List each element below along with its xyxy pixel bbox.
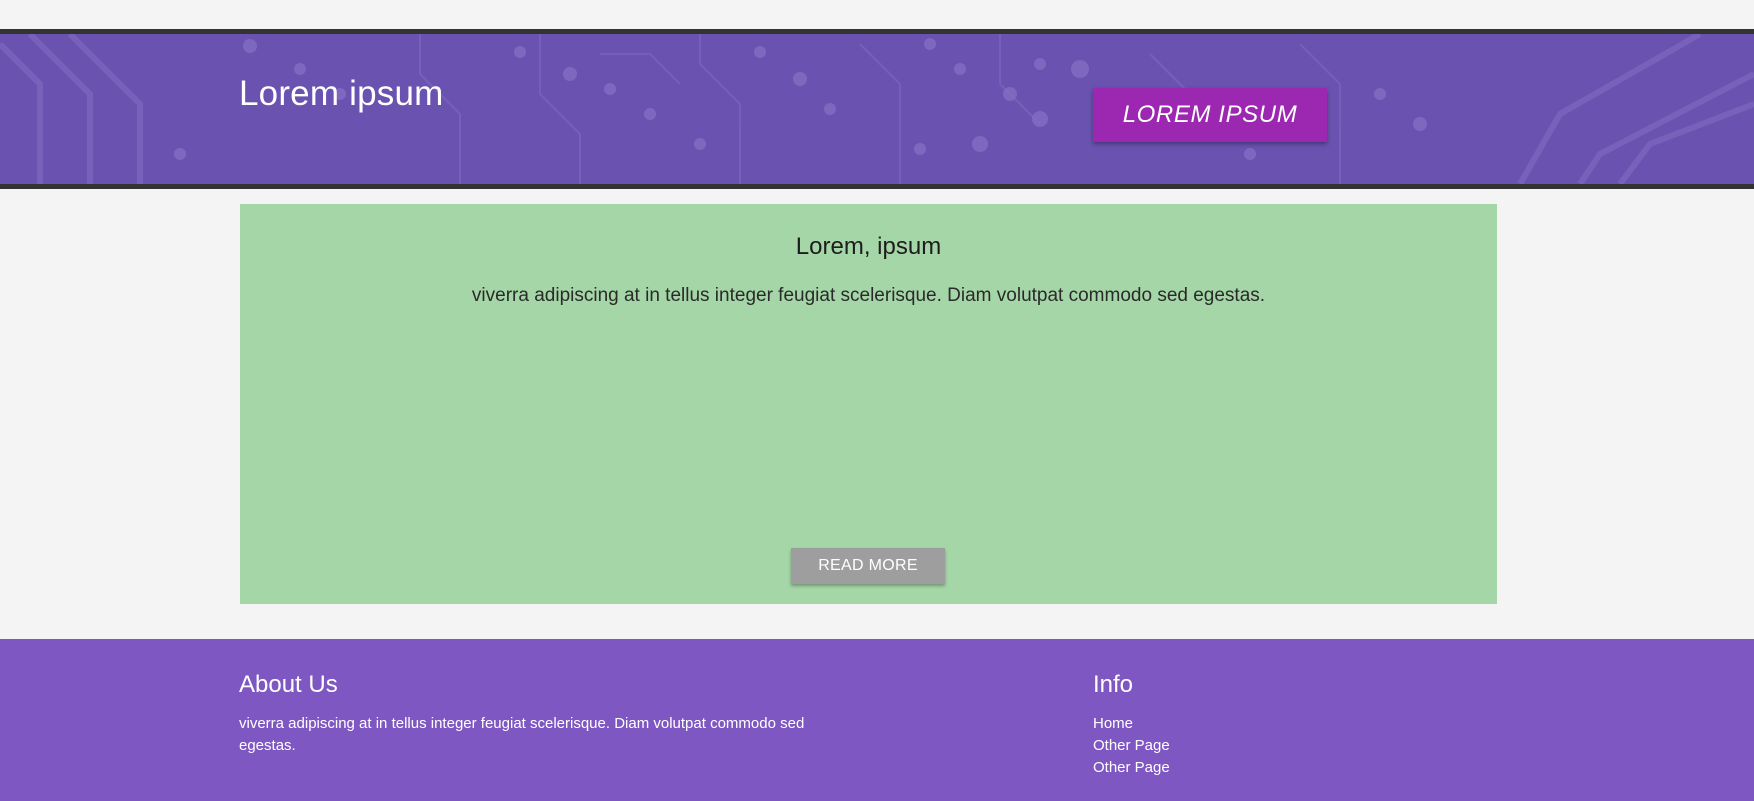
- footer-link-home[interactable]: Home: [1093, 715, 1133, 732]
- read-more-button[interactable]: READ MORE: [791, 548, 945, 584]
- content-card: Lorem, ipsum viverra adipiscing at in te…: [240, 204, 1497, 604]
- footer-link-other-page[interactable]: Other Page: [1093, 759, 1170, 776]
- header-cta-button[interactable]: LOREM IPSUM: [1093, 88, 1327, 142]
- footer-link-item: Home: [1093, 713, 1393, 735]
- footer-about-section: About Us viverra adipiscing at in tellus…: [239, 671, 839, 757]
- footer-link-item: Other Page: [1093, 735, 1393, 757]
- footer-about-heading: About Us: [239, 671, 338, 698]
- card-description: viverra adipiscing at in tellus integer …: [471, 285, 1266, 306]
- footer-links-list: Home Other Page Other Page: [1093, 713, 1393, 779]
- site-title: Lorem ipsum: [239, 74, 444, 113]
- hero-banner: Lorem ipsum LOREM IPSUM: [0, 29, 1754, 189]
- footer-link-other-page[interactable]: Other Page: [1093, 737, 1170, 754]
- footer-info-heading: Info: [1093, 671, 1134, 698]
- footer-info-section: Info Home Other Page Other Page: [1093, 671, 1393, 779]
- site-footer: About Us viverra adipiscing at in tellus…: [0, 639, 1754, 801]
- footer-link-item: Other Page: [1093, 757, 1393, 779]
- footer-about-text: viverra adipiscing at in tellus integer …: [239, 715, 805, 754]
- card-title: Lorem, ipsum: [795, 233, 942, 260]
